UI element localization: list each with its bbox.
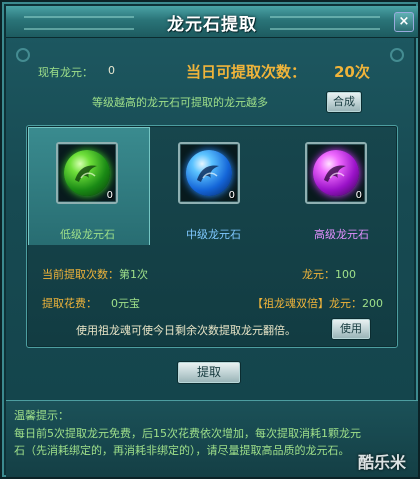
- use-button[interactable]: 使用: [332, 319, 370, 339]
- double-yield-value: 200: [362, 297, 383, 310]
- close-button[interactable]: ×: [394, 12, 414, 32]
- stone-count-high: 0: [355, 190, 362, 201]
- double-yield-label: 龙元：: [329, 297, 362, 310]
- window-title: 龙元石提取: [167, 15, 257, 35]
- summary-row: 现有龙元： 0 当日可提取次数： 20次: [38, 63, 388, 82]
- extract-cost-row: 提取花费： 0元宝: [42, 295, 140, 311]
- corner-ornament-left: [16, 48, 30, 62]
- tips-title: 温馨提示：: [14, 409, 69, 422]
- compose-button[interactable]: 合成: [327, 92, 361, 112]
- stone-slot-high[interactable]: 0: [305, 142, 367, 204]
- essence-yield-label: 龙元：: [302, 268, 335, 281]
- extract-cost-label: 提取花费：: [42, 297, 97, 310]
- stone-slot-mid[interactable]: 0: [178, 142, 240, 204]
- tips-panel: 温馨提示： 每日前5次提取龙元免费，后15次花费依次增加，每次提取消耗1颗龙元 …: [6, 400, 418, 477]
- ancestor-soul-hint: 使用祖龙魂可使今日剩余次数提取龙元翻倍。: [76, 324, 296, 337]
- essence-yield-row: 龙元：100: [302, 266, 356, 282]
- stone-count-mid: 0: [228, 190, 235, 201]
- extract-cost-value: 0元宝: [111, 297, 140, 310]
- current-times-row: 当前提取次数：第1次: [42, 266, 148, 282]
- extract-button[interactable]: 提取: [178, 362, 240, 383]
- title-bar[interactable]: 龙元石提取 ×: [6, 6, 418, 38]
- stone-name-high: 高级龙元石: [314, 228, 369, 241]
- green-dragon-orb-icon: [64, 150, 110, 196]
- stone-count-low: 0: [106, 190, 113, 201]
- daily-extract-value: 20次: [334, 63, 370, 81]
- purple-dragon-orb-icon: [313, 150, 359, 196]
- tips-line: 每日前5次提取龙元免费，后15次花费依次增加，每次提取消耗1颗龙元: [14, 427, 361, 440]
- stone-name-low: 低级龙元石: [60, 228, 115, 241]
- current-times-value: 第1次: [119, 268, 148, 281]
- double-bonus-row: 【祖龙魂双倍】龙元：200: [252, 295, 383, 311]
- double-bonus-label: 【祖龙魂双倍】: [252, 297, 329, 310]
- essence-yield-value: 100: [335, 268, 356, 281]
- blue-dragon-orb-icon: [186, 150, 232, 196]
- current-times-label: 当前提取次数：: [42, 268, 119, 281]
- dragon-stone-extract-window: 龙元石提取 × 现有龙元： 0 当日可提取次数： 20次 等级越高的龙元石可提取…: [0, 0, 420, 479]
- own-dragon-essence-label: 现有龙元：: [38, 66, 93, 79]
- stone-name-mid: 中级龙元石: [186, 228, 241, 241]
- own-dragon-essence-value: 0: [108, 64, 115, 77]
- tips-line: 石（先消耗绑定的，再消耗非绑定的），请尽量提取高品质的龙元石。: [14, 444, 350, 457]
- site-watermark: 酷乐米: [357, 453, 406, 472]
- stone-slot-low[interactable]: 0: [56, 142, 118, 204]
- daily-extract-label: 当日可提取次数：: [186, 63, 307, 81]
- corner-ornament-right: [390, 48, 404, 62]
- tier-hint: 等级越高的龙元石可提取的龙元越多: [92, 96, 268, 109]
